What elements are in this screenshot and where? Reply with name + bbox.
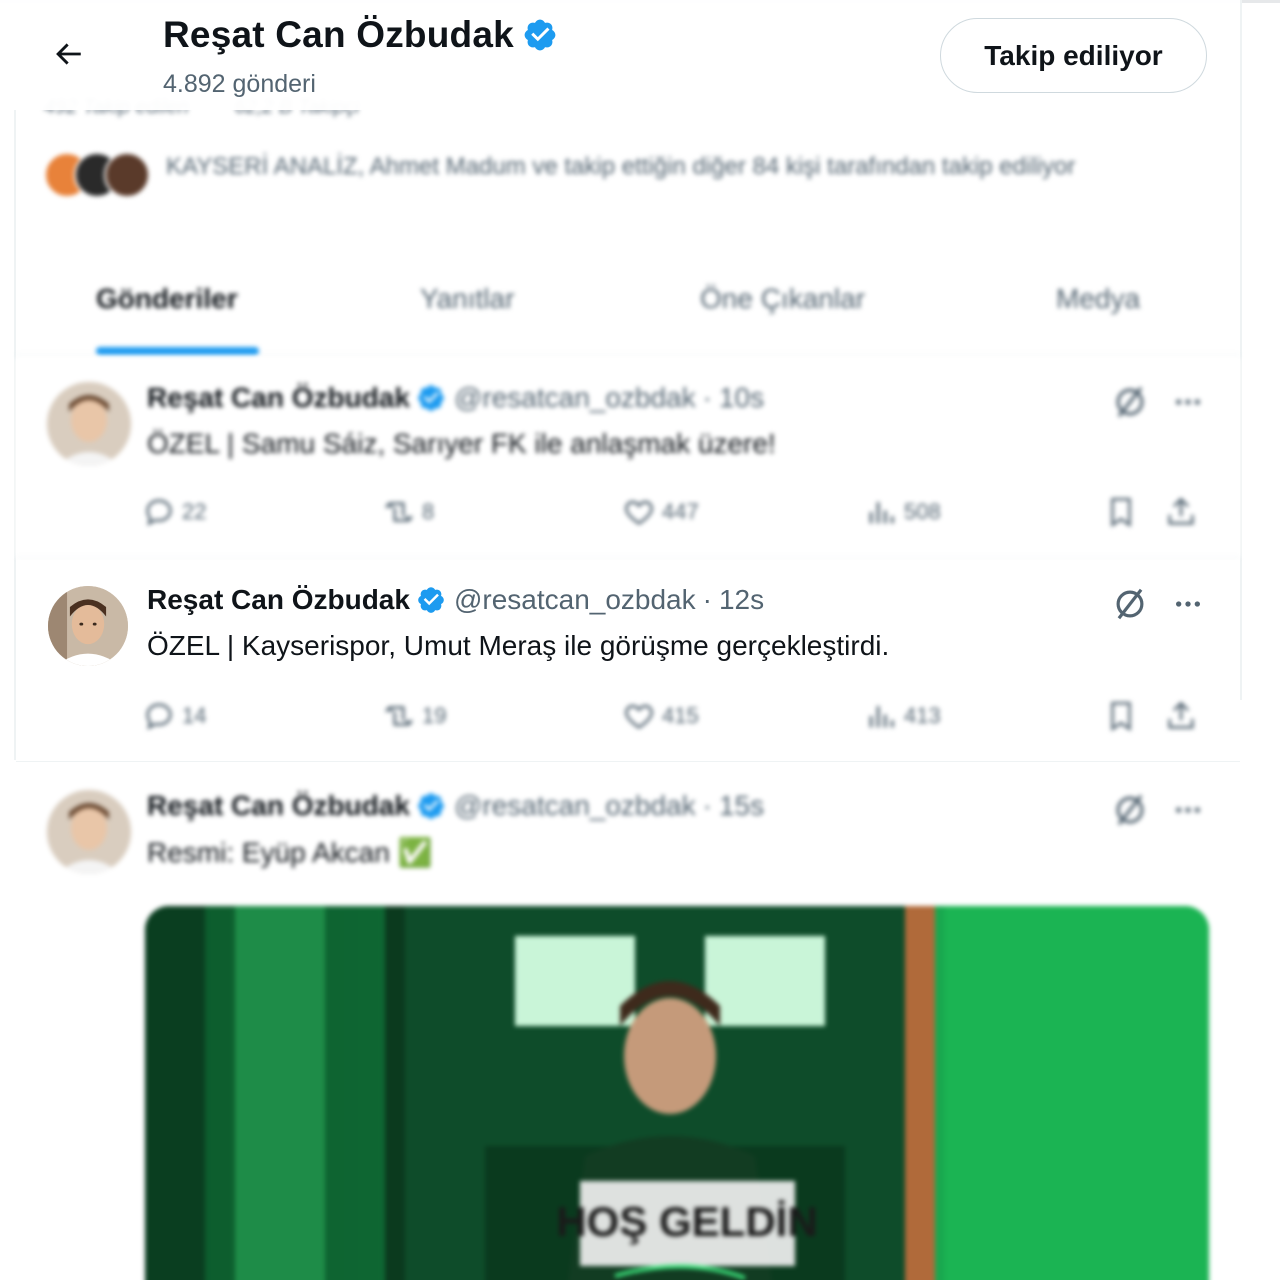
views-button[interactable]: 508 (864, 490, 941, 534)
like-button[interactable]: 447 (622, 490, 699, 534)
like-icon (625, 704, 653, 729)
share-button[interactable] (1164, 490, 1204, 534)
views-count: 508 (904, 499, 941, 524)
verified-badge-icon (416, 791, 446, 821)
repost-count: 8 (422, 499, 435, 524)
followers-you-know[interactable]: KAYSERİ ANALİZ, Ahmet Madum ve takip ett… (44, 148, 1144, 218)
tweet-handle[interactable]: @resatcan_ozbdak (454, 382, 696, 414)
tweet-author-name[interactable]: Reşat Can Özbudak (147, 584, 410, 616)
repost-button[interactable]: 19 (382, 694, 446, 738)
tweet-time[interactable]: 10s (719, 382, 764, 414)
grok-icon[interactable] (1108, 380, 1152, 424)
tweet-text: Resmi: Eyüp Akcan ✅ (147, 837, 433, 868)
tweet-text: ÖZEL | Samu Sáiz, Sarıyer FK ile anlaşma… (147, 428, 776, 459)
followers-you-know-text: KAYSERİ ANALİZ, Ahmet Madum ve takip ett… (166, 153, 1076, 180)
verified-badge-icon (416, 585, 446, 615)
tweet-header: Reşat Can Özbudak @resatcan_ozbdak · 15s (147, 790, 764, 822)
views-icon (869, 706, 894, 728)
verified-badge-icon (416, 383, 446, 413)
active-tab-indicator (96, 347, 259, 355)
repost-count: 19 (422, 703, 447, 728)
share-icon (1168, 497, 1194, 525)
back-button[interactable] (42, 30, 94, 82)
like-count: 447 (662, 499, 699, 524)
tweet-header: Reşat Can Özbudak @resatcan_ozbdak · 12s (147, 584, 764, 616)
tweet-actions: 22 8 447 508 (142, 490, 1222, 534)
post-count: 4.892 gönderi (163, 70, 316, 98)
tweet-handle[interactable]: @resatcan_ozbdak (454, 584, 696, 616)
repost-icon (385, 706, 413, 726)
column-border-right (1240, 0, 1242, 700)
tweet[interactable]: Reşat Can Özbudak @resatcan_ozbdak · 12s… (16, 560, 1240, 762)
tweet-separator: · (702, 584, 712, 615)
share-button[interactable] (1164, 694, 1204, 738)
bookmark-icon (1111, 497, 1131, 528)
profile-page: Reşat Can Özbudak 4.892 gönderi Takip ed… (0, 0, 1280, 1280)
reply-button[interactable]: 14 (142, 694, 206, 738)
tweet[interactable]: Reşat Can Özbudak @resatcan_ozbdak · 15s… (16, 766, 1240, 1280)
tweet-avatar[interactable] (47, 790, 131, 874)
tweet-time[interactable]: 12s (719, 584, 764, 616)
reply-icon (146, 499, 172, 526)
bookmark-icon (1111, 701, 1131, 732)
like-icon (625, 500, 653, 525)
reply-count: 22 (182, 499, 207, 524)
tab-highlights[interactable]: Öne Çıkanlar (700, 283, 865, 315)
bookmark-button[interactable] (1104, 694, 1144, 738)
follower-avatars (44, 152, 154, 198)
tweet[interactable]: Reşat Can Özbudak @resatcan_ozbdak · 10s… (16, 358, 1240, 558)
reply-count: 14 (182, 703, 207, 728)
tweet-time[interactable]: 15s (719, 790, 764, 822)
views-button[interactable]: 413 (864, 694, 941, 738)
tweet-header: Reşat Can Özbudak @resatcan_ozbdak · 10s (147, 382, 764, 414)
tweet-actions: 14 19 415 413 (142, 694, 1222, 738)
profile-header: Reşat Can Özbudak 4.892 gönderi Takip ed… (0, 0, 1240, 110)
tweet-media-image[interactable]: HOŞ GELDİN (145, 906, 1209, 1280)
views-count: 413 (904, 703, 941, 728)
like-count: 415 (662, 703, 699, 728)
profile-tabs: Gönderiler Yanıtlar Öne Çıkanlar Medya (16, 255, 1240, 355)
profile-name-text: Reşat Can Özbudak (163, 14, 514, 55)
grok-icon[interactable] (1108, 788, 1152, 832)
avatar (104, 152, 150, 198)
views-icon (869, 502, 894, 524)
tweet-author-name[interactable]: Reşat Can Özbudak (147, 382, 410, 414)
tweet-avatar[interactable] (47, 382, 131, 466)
share-icon (1168, 701, 1194, 729)
tweet-separator: · (702, 382, 712, 413)
following-button[interactable]: Takip ediliyor (940, 18, 1207, 93)
tweet-text: ÖZEL | Kayserispor, Umut Meraş ile görüş… (147, 630, 890, 661)
repost-icon (385, 502, 413, 522)
tab-replies[interactable]: Yanıtlar (420, 283, 514, 315)
verified-badge-icon (522, 17, 558, 53)
like-button[interactable]: 415 (622, 694, 699, 738)
more-icon[interactable] (1166, 788, 1210, 832)
more-icon[interactable] (1166, 380, 1210, 424)
repost-button[interactable]: 8 (382, 490, 434, 534)
tweet-avatar[interactable] (48, 586, 128, 666)
grok-icon[interactable] (1108, 582, 1152, 626)
tweet-separator: · (702, 790, 712, 821)
bookmark-button[interactable] (1104, 490, 1144, 534)
profile-title: Reşat Can Özbudak (163, 14, 558, 56)
tab-media[interactable]: Medya (1056, 283, 1140, 315)
tweet-handle[interactable]: @resatcan_ozbdak (454, 790, 696, 822)
tab-posts[interactable]: Gönderiler (96, 283, 238, 315)
back-arrow-icon (51, 37, 85, 76)
reply-icon (146, 703, 172, 730)
media-caption: HOŞ GELDİN (556, 1198, 817, 1245)
more-icon[interactable] (1166, 582, 1210, 626)
reply-button[interactable]: 22 (142, 490, 206, 534)
tweet-author-name[interactable]: Reşat Can Özbudak (147, 790, 410, 822)
